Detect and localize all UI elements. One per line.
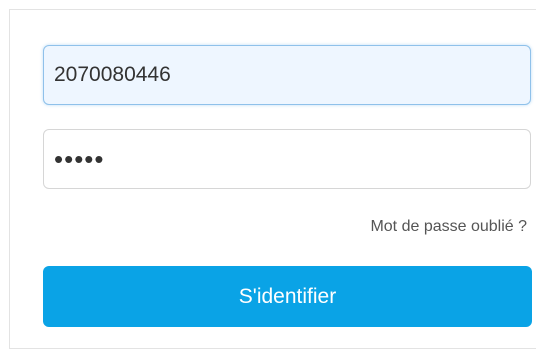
forgot-password-link[interactable]: Mot de passe oublié ? — [370, 218, 527, 236]
password-input[interactable] — [43, 129, 531, 189]
username-input[interactable] — [43, 45, 531, 105]
login-card: Mot de passe oublié ? S'identifier — [9, 9, 536, 349]
sign-in-button[interactable]: S'identifier — [43, 266, 532, 327]
